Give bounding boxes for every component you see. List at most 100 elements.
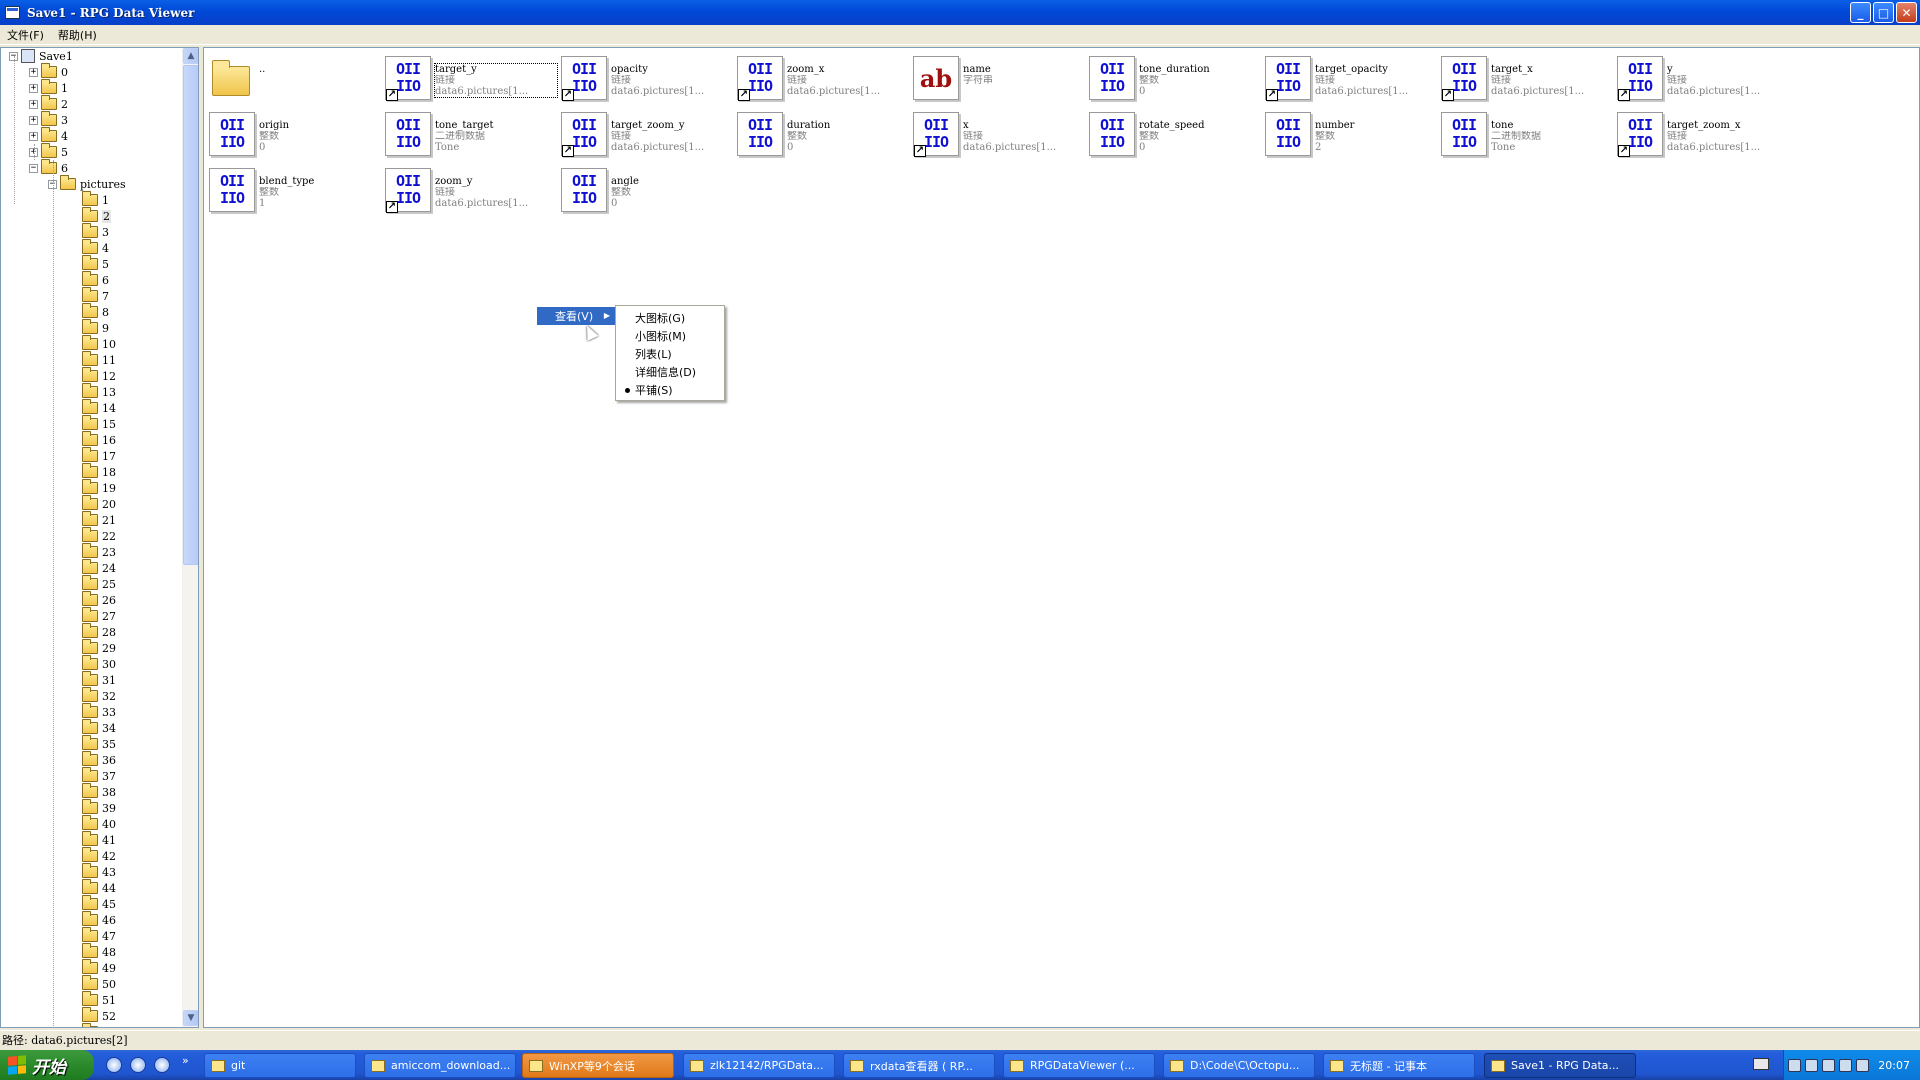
- tree-node-picture-31[interactable]: 31: [82, 671, 116, 688]
- quick-launch-chevron[interactable]: »: [182, 1054, 189, 1067]
- tree-node-6[interactable]: −6: [29, 159, 68, 176]
- tree-node-root[interactable]: − Save1: [9, 48, 73, 64]
- tree-node-picture-9[interactable]: 9: [82, 319, 109, 336]
- taskbar-button-4[interactable]: rxdata查看器 ( RP...: [843, 1053, 995, 1078]
- item-tile-angle[interactable]: OII IIO angle 整数 0: [561, 168, 737, 214]
- tree-node-picture-5[interactable]: 5: [82, 255, 109, 272]
- tree-node-picture-29[interactable]: 29: [82, 639, 116, 656]
- tray-volume-icon[interactable]: [1822, 1058, 1835, 1072]
- tree-node-picture-33[interactable]: 33: [82, 703, 116, 720]
- expand-toggle-icon[interactable]: +: [29, 67, 38, 77]
- tray-security-icon[interactable]: [1856, 1058, 1869, 1072]
- expand-toggle-icon[interactable]: −: [29, 163, 38, 173]
- tree-view[interactable]: ▲ ▼ − Save1 +0 +1 +2 +3 +4 +5−6− pictures 1 2 3 4 5 6 7…: [0, 47, 199, 1028]
- tree-node-picture-6[interactable]: 6: [82, 271, 109, 288]
- tree-node-picture-30[interactable]: 30: [82, 655, 116, 672]
- tree-node-picture-8[interactable]: 8: [82, 303, 109, 320]
- tree-node-picture-18[interactable]: 18: [82, 463, 116, 480]
- item-tile-tone_duration[interactable]: OII IIO tone_duration 整数 0: [1089, 56, 1265, 102]
- tree-node-picture-46[interactable]: 46: [82, 911, 116, 928]
- taskbar-button-8[interactable]: Save1 - RPG Data...: [1484, 1053, 1636, 1078]
- tree-node-picture-4[interactable]: 4: [82, 239, 109, 256]
- tree-node-picture-10[interactable]: 10: [82, 335, 116, 352]
- tree-node-picture-13[interactable]: 13: [82, 383, 116, 400]
- quick-launch-app-icon[interactable]: [106, 1057, 122, 1073]
- tray-arrow-icon[interactable]: [1788, 1058, 1801, 1072]
- view-option-2[interactable]: 列表(L): [616, 345, 724, 363]
- item-tile-zoom_y[interactable]: OII IIO ↗ zoom_y 链接 data6.pictures[1...: [385, 168, 561, 214]
- taskbar-button-2[interactable]: WinXP等9个会话: [522, 1053, 674, 1078]
- tree-node-picture-11[interactable]: 11: [82, 351, 116, 368]
- tree-node-picture-20[interactable]: 20: [82, 495, 116, 512]
- tree-node-picture-3[interactable]: 3: [82, 223, 109, 240]
- item-tile-opacity[interactable]: OII IIO ↗ opacity 链接 data6.pictures[1...: [561, 56, 737, 102]
- tree-node-2[interactable]: +2: [29, 95, 68, 112]
- item-tile-x[interactable]: OII IIO ↗ x 链接 data6.pictures[1...: [913, 112, 1089, 158]
- tree-node-picture-1[interactable]: 1: [82, 191, 109, 208]
- tree-node-4[interactable]: +4: [29, 127, 68, 144]
- quick-launch-media-icon[interactable]: [154, 1057, 170, 1073]
- scroll-thumb[interactable]: [183, 65, 198, 565]
- taskbar-button-0[interactable]: git: [204, 1053, 356, 1078]
- expand-toggle-icon[interactable]: +: [29, 83, 38, 93]
- item-tile-zoom_x[interactable]: OII IIO ↗ zoom_x 链接 data6.pictures[1...: [737, 56, 913, 102]
- scroll-down-arrow[interactable]: ▼: [183, 1010, 198, 1026]
- tree-node-picture-14[interactable]: 14: [82, 399, 116, 416]
- tree-node-0[interactable]: +0: [29, 63, 68, 80]
- item-tile-tone[interactable]: OII IIO tone 二进制数据 Tone: [1441, 112, 1617, 158]
- tree-node-picture-35[interactable]: 35: [82, 735, 116, 752]
- tree-node-picture-15[interactable]: 15: [82, 415, 116, 432]
- tray-app-icon[interactable]: [1839, 1058, 1852, 1072]
- tree-node-picture-2[interactable]: 2: [82, 207, 111, 224]
- item-tile-target_y[interactable]: OII IIO ↗ target_y 链接 data6.pictures[1...: [385, 56, 561, 102]
- context-menu-view[interactable]: 查看(V) ▶: [536, 306, 616, 326]
- item-tile-origin[interactable]: OII IIO origin 整数 0: [209, 112, 385, 158]
- item-tile-target_x[interactable]: OII IIO ↗ target_x 链接 data6.pictures[1...: [1441, 56, 1617, 102]
- item-tile-target_zoom_y[interactable]: OII IIO ↗ target_zoom_y 链接 data6.pictures[1..…: [561, 112, 737, 158]
- tree-node-1[interactable]: +1: [29, 79, 68, 96]
- tree-node-picture-41[interactable]: 41: [82, 831, 116, 848]
- scroll-up-arrow[interactable]: ▲: [183, 48, 198, 64]
- item-tile-parent[interactable]: ..: [209, 56, 385, 102]
- tree-node-picture-24[interactable]: 24: [82, 559, 116, 576]
- item-tile-target_opacity[interactable]: OII IIO ↗ target_opacity 链接 data6.pictures[1.…: [1265, 56, 1441, 102]
- tree-node-picture-43[interactable]: 43: [82, 863, 116, 880]
- minimize-button[interactable]: _: [1850, 2, 1871, 23]
- tree-node-picture-7[interactable]: 7: [82, 287, 109, 304]
- taskbar-button-7[interactable]: 无标题 - 记事本: [1323, 1053, 1475, 1078]
- expand-toggle-icon[interactable]: +: [29, 131, 38, 141]
- tree-node-picture-28[interactable]: 28: [82, 623, 116, 640]
- taskbar-button-3[interactable]: zlk12142/RPGData...: [683, 1053, 835, 1078]
- tree-node-picture-53[interactable]: 53: [82, 1023, 116, 1027]
- expand-toggle-icon[interactable]: +: [29, 99, 38, 109]
- tree-node-picture-32[interactable]: 32: [82, 687, 116, 704]
- item-tile-y[interactable]: OII IIO ↗ y 链接 data6.pictures[1...: [1617, 56, 1793, 102]
- tree-node-picture-36[interactable]: 36: [82, 751, 116, 768]
- tray-network-icon[interactable]: [1805, 1058, 1818, 1072]
- tree-node-picture-51[interactable]: 51: [82, 991, 116, 1008]
- tree-node-picture-47[interactable]: 47: [82, 927, 116, 944]
- app-icon[interactable]: [5, 6, 20, 19]
- tree-node-picture-23[interactable]: 23: [82, 543, 116, 560]
- expand-toggle-icon[interactable]: +: [29, 115, 38, 125]
- tree-node-3[interactable]: +3: [29, 111, 68, 128]
- taskbar-button-1[interactable]: amiccom_download...: [364, 1053, 516, 1078]
- tree-node-picture-26[interactable]: 26: [82, 591, 116, 608]
- tree-node-picture-38[interactable]: 38: [82, 783, 116, 800]
- tree-node-picture-37[interactable]: 37: [82, 767, 116, 784]
- view-option-4[interactable]: 平铺(S): [616, 381, 724, 399]
- item-tile-tone_target[interactable]: OII IIO tone_target 二进制数据 Tone: [385, 112, 561, 158]
- tree-node-picture-42[interactable]: 42: [82, 847, 116, 864]
- tree-node-picture-44[interactable]: 44: [82, 879, 116, 896]
- tree-node-picture-21[interactable]: 21: [82, 511, 116, 528]
- view-option-3[interactable]: 详细信息(D): [616, 363, 724, 381]
- tree-node-picture-49[interactable]: 49: [82, 959, 116, 976]
- tree-node-picture-12[interactable]: 12: [82, 367, 116, 384]
- tree-node-picture-52[interactable]: 52: [82, 1007, 116, 1024]
- item-tile-number[interactable]: OII IIO number 整数 2: [1265, 112, 1441, 158]
- quick-launch-browser-icon[interactable]: [130, 1057, 146, 1073]
- tree-node-picture-19[interactable]: 19: [82, 479, 116, 496]
- tree-node-pictures[interactable]: − pictures: [48, 175, 126, 192]
- close-button[interactable]: ✕: [1896, 2, 1917, 23]
- tree-node-picture-34[interactable]: 34: [82, 719, 116, 736]
